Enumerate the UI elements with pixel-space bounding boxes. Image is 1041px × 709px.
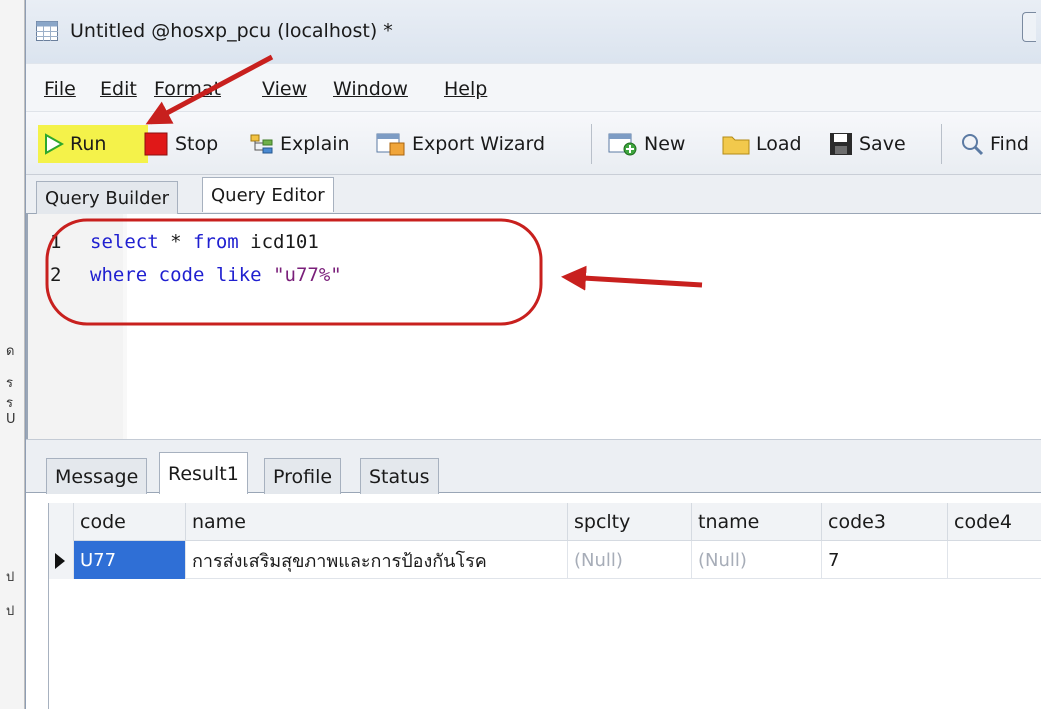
explain-tree-icon — [250, 134, 273, 154]
background-window-strip: ด ร ร U ป ป — [0, 0, 25, 709]
tab-message[interactable]: Message — [46, 458, 148, 494]
column-header-tname[interactable]: tname — [691, 503, 821, 541]
bg-char: ป — [6, 570, 15, 585]
grid-header: code name spclty tname code3 code4 — [49, 503, 1041, 541]
tab-query-editor[interactable]: Query Editor — [202, 177, 334, 212]
window-minimize-button[interactable] — [1022, 12, 1036, 42]
bg-char: ร — [6, 376, 13, 391]
row-indicator-header — [49, 503, 73, 541]
toolbar: Run Stop Explain Export Wizard New Load … — [26, 111, 1041, 175]
find-button[interactable]: Find — [960, 125, 1029, 163]
current-row-arrow-icon — [55, 553, 65, 569]
column-header-code4[interactable]: code4 — [947, 503, 1041, 541]
export-wizard-button[interactable]: Export Wizard — [376, 125, 545, 163]
cell-code4[interactable] — [947, 541, 1041, 579]
toolbar-separator — [941, 124, 942, 164]
tab-profile[interactable]: Profile — [264, 458, 342, 494]
cell-name[interactable]: การส่งเสริมสุขภาพและการป้องกันโรค — [185, 541, 567, 579]
bg-char: ป — [6, 604, 15, 619]
menu-file[interactable]: File — [44, 78, 76, 100]
code-line-2: 2 where code like "u77%" — [50, 264, 342, 286]
table-row[interactable]: U77 การส่งเสริมสุขภาพและการป้องกันโรค (N… — [49, 541, 1041, 579]
bg-char: ด — [6, 344, 15, 359]
play-icon — [45, 133, 64, 155]
tab-result1[interactable]: Result1 — [159, 452, 248, 494]
run-button[interactable]: Run — [38, 125, 148, 163]
menu-format[interactable]: Format — [154, 78, 221, 100]
menu-window[interactable]: Window — [333, 78, 408, 100]
floppy-disk-icon — [830, 133, 852, 155]
search-icon — [962, 134, 984, 156]
column-header-name[interactable]: name — [185, 503, 567, 541]
explain-button[interactable]: Explain — [250, 125, 350, 163]
folder-icon — [722, 136, 750, 155]
tab-query-builder[interactable]: Query Builder — [36, 181, 179, 215]
save-button[interactable]: Save — [829, 125, 906, 163]
cell-tname[interactable]: (Null) — [691, 541, 821, 579]
new-query-icon — [608, 133, 637, 156]
new-query-button[interactable]: New — [608, 125, 685, 163]
window-title: Untitled @hosxp_pcu (localhost) * — [70, 20, 393, 42]
sql-editor[interactable]: 1 select * from icd101 2 where code like "… — [26, 214, 1041, 439]
column-header-code[interactable]: code — [73, 503, 185, 541]
cell-code[interactable]: U77 — [73, 541, 185, 579]
menu-edit[interactable]: Edit — [100, 78, 137, 100]
menu-bar: File Edit Format View Window Help — [26, 63, 1041, 111]
stop-icon — [144, 132, 168, 156]
query-table-icon — [36, 21, 58, 41]
query-tabs: Query Builder Query Editor — [26, 175, 1041, 215]
title-bar: Untitled @hosxp_pcu (localhost) * — [26, 0, 1041, 63]
tab-status[interactable]: Status — [360, 458, 439, 494]
toolbar-separator — [591, 124, 592, 164]
column-header-spclty[interactable]: spclty — [567, 503, 691, 541]
export-wizard-icon — [376, 133, 405, 156]
stop-button[interactable]: Stop — [143, 125, 218, 163]
code-line-1: 1 select * from icd101 — [50, 231, 319, 253]
row-indicator — [49, 541, 73, 579]
load-button[interactable]: Load — [722, 125, 802, 163]
menu-view[interactable]: View — [262, 78, 307, 100]
bg-char: ร — [6, 396, 13, 411]
navicat-window: Untitled @hosxp_pcu (localhost) * File E… — [25, 0, 1041, 709]
result-grid[interactable]: code name spclty tname code3 code4 U77 ก… — [48, 503, 1041, 709]
menu-help[interactable]: Help — [444, 78, 487, 100]
cell-code3[interactable]: 7 — [821, 541, 947, 579]
cell-spclty[interactable]: (Null) — [567, 541, 691, 579]
bg-char: U — [6, 412, 16, 427]
column-header-code3[interactable]: code3 — [821, 503, 947, 541]
result-tabs: Message Result1 Profile Status — [26, 439, 1041, 494]
